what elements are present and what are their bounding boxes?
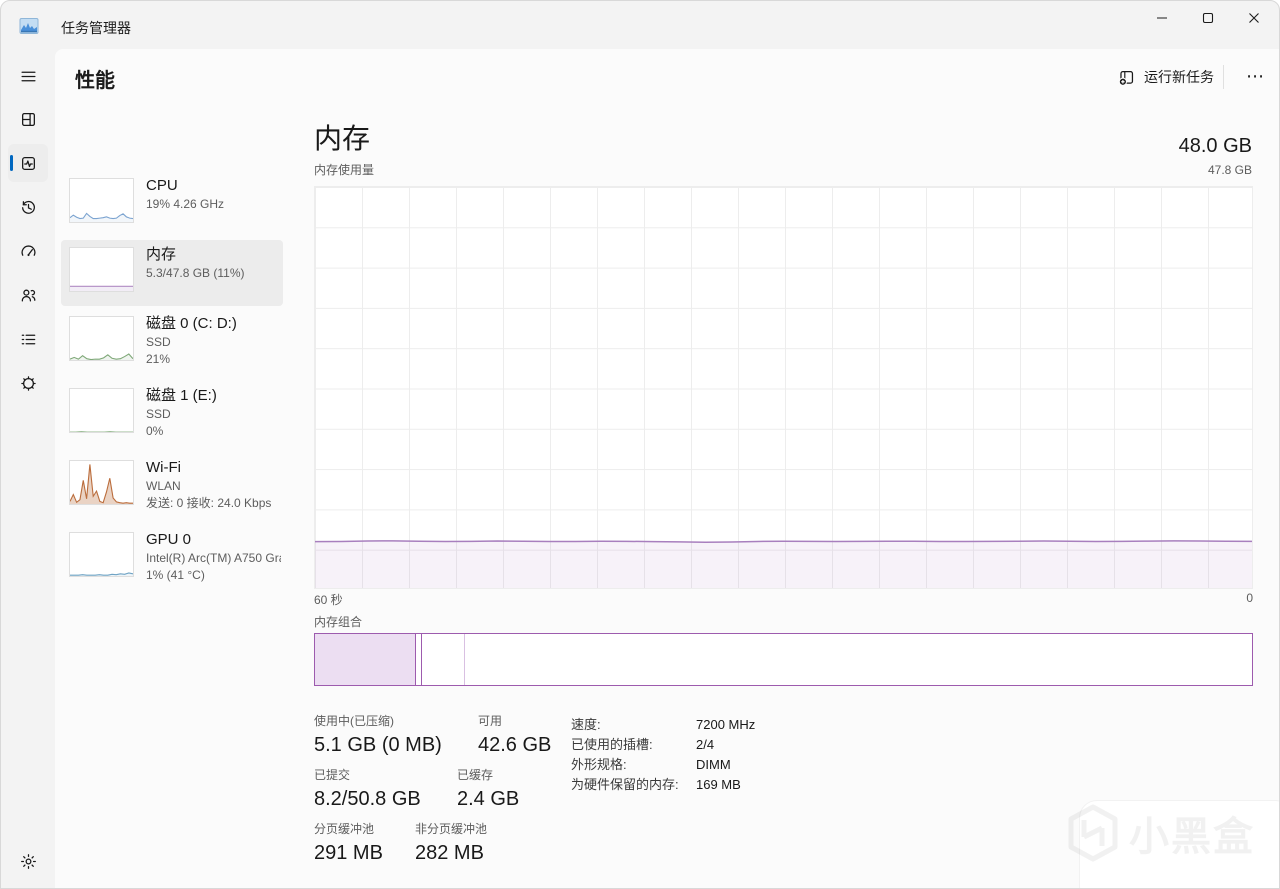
device-stat: 发送: 0 接收: 24.0 Kbps (146, 496, 272, 510)
memory-title: 内存 (314, 123, 371, 154)
run-new-task-label: 运行新任务 (1144, 69, 1214, 85)
device-item-memory[interactable]: 内存 5.3/47.8 GB (11%) (61, 240, 283, 306)
device-item-cpu[interactable]: CPU 19% 4.26 GHz (61, 171, 283, 237)
rail-item-startup-apps[interactable] (8, 232, 48, 270)
task-manager-window: 任务管理器 性能 运行新任务 ⋯ CPU 19% 4.26 GHz 内存 5.3… (0, 0, 1280, 889)
rail-item-users[interactable] (8, 276, 48, 314)
window-title: 任务管理器 (61, 20, 131, 36)
composition-segment-in-use (315, 634, 417, 685)
more-icon: ⋯ (1246, 65, 1264, 86)
memory-total: 48.0 GB (1178, 135, 1252, 157)
details-icon (20, 331, 37, 348)
minimize-button[interactable] (1139, 1, 1185, 35)
memory-sparkline (69, 247, 134, 292)
device-stat: Intel(R) Arc(TM) A750 Graphics (146, 551, 281, 565)
disk1-sparkline (69, 388, 134, 433)
device-stat: 19% 4.26 GHz (146, 197, 225, 211)
stat-cached: 已缓存 2.4 GB (457, 768, 520, 810)
composition-segment-free (464, 634, 1252, 685)
selection-accent-pill (10, 155, 13, 171)
run-new-task-icon (1118, 69, 1135, 86)
detail-form-factor-label: 外形规格: (571, 757, 627, 772)
watermark-text: 小黑盒 (1129, 815, 1255, 859)
nav-rail (1, 49, 55, 888)
content-panel: 性能 运行新任务 ⋯ CPU 19% 4.26 GHz 内存 5.3/47.8 … (55, 49, 1279, 888)
page-title: 性能 (75, 70, 115, 92)
device-item-disk0[interactable]: 磁盘 0 (C: D:) SSD 21% (61, 309, 283, 375)
detail-speed-label: 速度: (571, 717, 601, 732)
memory-scale-max: 47.8 GB (1207, 163, 1252, 177)
heybox-logo-icon (1067, 804, 1119, 862)
cpu-sparkline (69, 178, 134, 223)
rail-item-app-history[interactable] (8, 188, 48, 226)
device-stat: 5.3/47.8 GB (11%) (146, 266, 245, 280)
detail-form-factor-value: DIMM (696, 757, 731, 772)
hamburger-menu-button[interactable] (8, 57, 48, 95)
run-new-task-button[interactable]: 运行新任务 (1114, 62, 1218, 92)
detail-slots-label: 已使用的插槽: (571, 737, 653, 752)
maximize-button[interactable] (1185, 1, 1231, 35)
memory-usage-label: 内存使用量 (314, 163, 375, 177)
device-title: 内存 (146, 246, 177, 263)
more-options-button[interactable]: ⋯ (1240, 61, 1270, 91)
stat-available: 可用 42.6 GB (478, 714, 552, 756)
device-title: GPU 0 (146, 531, 192, 548)
startup-apps-icon (20, 243, 37, 260)
device-stat: 21% (146, 352, 171, 366)
device-title: 磁盘 1 (E:) (146, 387, 217, 404)
settings-gear-icon (20, 853, 37, 870)
title-bar: 任务管理器 (1, 1, 1279, 49)
detail-speed-value: 7200 MHz (696, 717, 756, 732)
device-title: Wi-Fi (146, 459, 181, 476)
close-button[interactable] (1231, 1, 1277, 35)
chart-time-span-label: 60 秒 (314, 593, 343, 607)
device-title: CPU (146, 177, 178, 194)
header-divider (1223, 65, 1224, 89)
detail-hw-reserved-value: 169 MB (696, 777, 741, 792)
device-item-wifi[interactable]: Wi-Fi WLAN 发送: 0 接收: 24.0 Kbps (61, 453, 283, 519)
stat-non-paged-pool: 非分页缓冲池 282 MB (415, 822, 488, 864)
watermark: 小黑盒 (1067, 804, 1255, 862)
device-stat: SSD (146, 335, 171, 349)
stat-in-use: 使用中(已压缩) 5.1 GB (0 MB) (314, 714, 442, 756)
detail-hw-reserved-label: 为硬件保留的内存: (571, 777, 679, 792)
rail-item-performance[interactable] (8, 144, 48, 182)
services-icon (20, 375, 37, 392)
stat-paged-pool: 分页缓冲池 291 MB (314, 822, 383, 864)
hamburger-icon (20, 68, 37, 85)
stat-committed: 已提交 8.2/50.8 GB (314, 768, 421, 810)
rail-item-settings[interactable] (8, 842, 48, 880)
app-history-icon (20, 199, 37, 216)
device-stat: WLAN (146, 479, 181, 493)
memory-composition-label: 内存组合 (314, 615, 363, 629)
users-icon (20, 287, 37, 304)
rail-item-services[interactable] (8, 364, 48, 402)
device-stat: 1% (41 °C) (146, 568, 205, 582)
performance-icon (20, 155, 37, 172)
device-stat: 0% (146, 424, 164, 438)
app-icon (19, 16, 39, 36)
device-item-gpu0[interactable]: GPU 0 Intel(R) Arc(TM) A750 Graphics 1% … (61, 525, 283, 591)
detail-slots-value: 2/4 (696, 737, 715, 752)
device-item-disk1[interactable]: 磁盘 1 (E:) SSD 0% (61, 381, 283, 447)
wifi-sparkline (69, 460, 134, 505)
rail-item-details[interactable] (8, 320, 48, 358)
memory-usage-chart (314, 186, 1253, 589)
disk0-sparkline (69, 316, 134, 361)
gpu-sparkline (69, 532, 134, 577)
device-title: 磁盘 0 (C: D:) (146, 315, 237, 332)
memory-composition-bar (314, 633, 1253, 686)
rail-item-processes[interactable] (8, 100, 48, 138)
chart-time-zero-label: 0 (1246, 591, 1253, 605)
device-stat: SSD (146, 407, 171, 421)
composition-segment-standby (421, 634, 465, 685)
processes-icon (20, 111, 37, 128)
